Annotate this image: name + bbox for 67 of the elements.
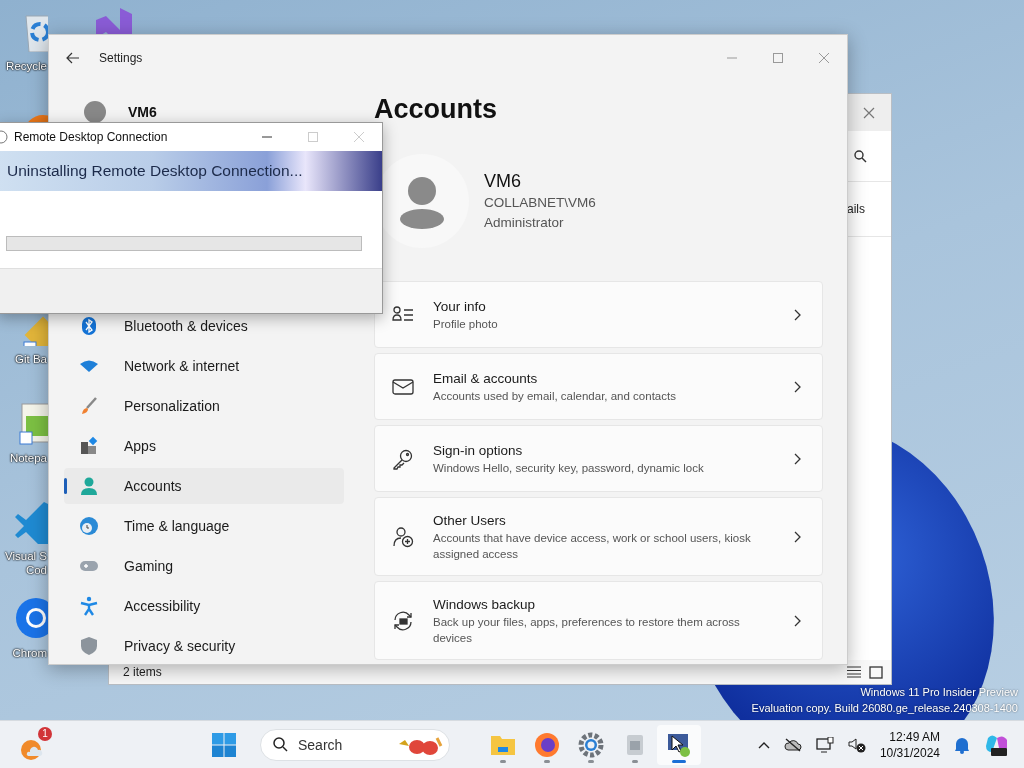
chevron-right-icon [794, 308, 801, 321]
minimize-icon [262, 136, 272, 138]
apps-icon [79, 436, 99, 456]
dialog-title: Remote Desktop Connection [14, 130, 168, 144]
cloud-off-icon[interactable] [783, 737, 802, 752]
settings-card[interactable]: Windows backup Back up your files, apps, preferences to restore them across devices [374, 581, 823, 660]
minimize-icon [727, 57, 737, 59]
maximize-icon [773, 53, 783, 63]
search-icon [273, 737, 288, 752]
back-arrow-icon[interactable] [66, 52, 80, 64]
close-icon[interactable] [863, 106, 875, 119]
key-icon [392, 447, 414, 470]
nav-item[interactable]: Privacy & security [64, 628, 344, 664]
item-count: 2 items [123, 665, 162, 679]
chevron-right-icon [794, 380, 801, 393]
person-add-icon [392, 525, 414, 548]
avatar-icon [84, 101, 106, 123]
nav-item[interactable]: Accounts [64, 468, 344, 504]
windows-logo-icon[interactable] [212, 732, 236, 757]
brush-icon [79, 396, 99, 416]
list-view-icon[interactable] [847, 666, 861, 678]
close-icon [354, 132, 364, 142]
settings-icon [578, 731, 604, 758]
maximize-icon [308, 132, 318, 142]
toolbar-label[interactable]: ails [847, 202, 865, 216]
settings-card[interactable]: Sign-in options Windows Hello, security key, password, dynamic lock [374, 425, 823, 492]
status-message: Uninstalling Remote Desktop Connection... [7, 162, 303, 180]
nav-item[interactable]: Accessibility [64, 588, 344, 624]
code-editor-icon[interactable] [14, 500, 48, 544]
taskbar-app[interactable] [657, 724, 701, 765]
monitor-cursor-icon [666, 731, 692, 758]
search-icon[interactable] [854, 149, 867, 163]
speaker-muted-icon[interactable] [847, 736, 866, 753]
nav-item[interactable]: Personalization [64, 388, 344, 424]
settings-card[interactable]: Other Users Accounts that have device access, work or school users, kiosk assigned access [374, 497, 823, 576]
nav-item[interactable]: Apps [64, 428, 344, 464]
settings-card[interactable]: Email & accounts Accounts used by email, calendar, and contacts [374, 353, 823, 420]
privacy-icon [79, 636, 99, 656]
chevron-up-icon[interactable] [757, 740, 770, 749]
nav-item[interactable]: Gaming [64, 548, 344, 584]
user-name: VM6 [128, 104, 157, 120]
accessibility-icon [79, 596, 99, 616]
close-icon [819, 53, 829, 63]
nav-item[interactable]: Time & language [64, 508, 344, 544]
sync-icon [392, 609, 414, 632]
notepad-icon[interactable] [18, 402, 48, 446]
accounts-icon [79, 476, 99, 496]
bluetooth-icon [79, 316, 99, 336]
window-title: Settings [99, 51, 143, 65]
profile-name: VM6 [484, 170, 522, 193]
profile-role: Administrator [484, 214, 565, 232]
widget-button[interactable]: 1 [18, 726, 52, 763]
chevron-right-icon [794, 530, 801, 543]
chevron-right-icon [794, 614, 801, 627]
search-field[interactable]: Search [296, 735, 380, 754]
watermark-text: Windows 11 Pro Insider Preview [860, 685, 1018, 700]
notification-badge: 1 [38, 726, 52, 741]
profile-account: COLLABNET\VM6 [484, 194, 596, 212]
tile-view-icon[interactable] [869, 665, 883, 679]
clock[interactable]: 12:49 AM 10/31/2024 [879, 728, 940, 761]
time-icon [79, 516, 99, 536]
settings-card[interactable]: Your info Profile photo [374, 281, 823, 348]
page-heading: Accounts [374, 93, 499, 125]
nav-item[interactable]: Network & internet [64, 348, 344, 384]
chevron-right-icon [794, 452, 801, 465]
monitor-icon[interactable] [815, 736, 834, 753]
bell-icon[interactable] [954, 735, 970, 754]
